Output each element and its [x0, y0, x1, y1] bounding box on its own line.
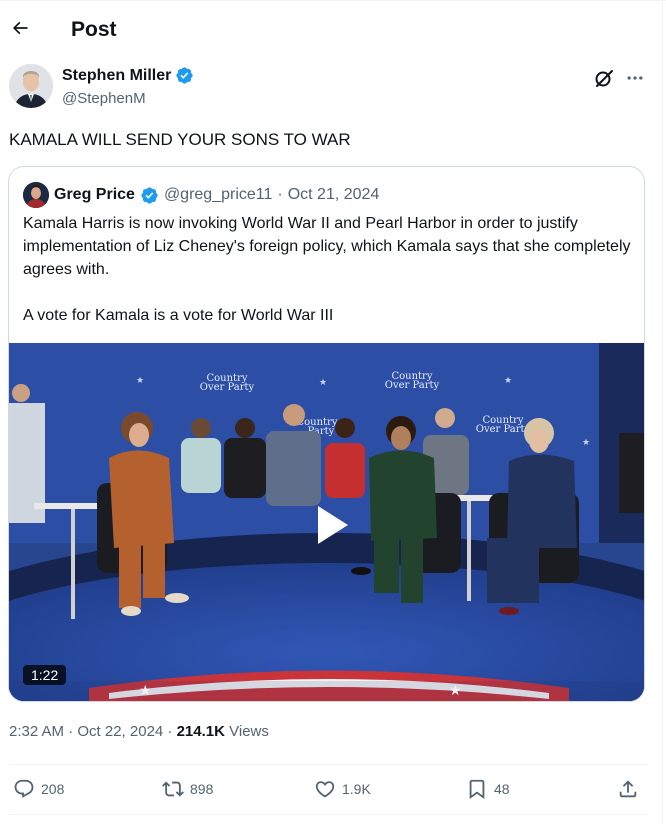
author-name-text: Stephen Miller — [62, 66, 172, 84]
like-button[interactable]: 1.9K — [314, 778, 371, 800]
svg-text:★: ★ — [139, 683, 152, 699]
views-label: Views — [224, 723, 269, 740]
repost-icon — [162, 781, 184, 797]
avatar[interactable] — [9, 64, 53, 108]
reply-icon — [14, 779, 34, 798]
quote-header: Greg Price @greg_price11 · Oct 21, 2024 — [23, 182, 379, 208]
arrow-left-icon — [12, 21, 28, 35]
verified-badge-icon — [176, 67, 193, 84]
quote-date[interactable]: Oct 21, 2024 — [288, 186, 380, 204]
share-icon — [619, 780, 637, 798]
top-border — [0, 0, 666, 3]
page-header: Post — [0, 8, 660, 56]
quote-separator: · — [277, 186, 283, 203]
bookmark-button[interactable]: 48 — [466, 778, 510, 800]
more-dots-icon — [627, 76, 643, 80]
reply-button[interactable]: 208 — [13, 778, 64, 800]
post-timestamp: 2:32 AM · Oct 22, 2024 · 214.1K Views — [9, 723, 269, 740]
svg-text:★: ★ — [504, 376, 512, 386]
share-button[interactable] — [617, 778, 639, 800]
page-title: Post — [71, 18, 117, 41]
repost-count: 898 — [190, 781, 214, 797]
svg-text:★: ★ — [319, 378, 327, 388]
reply-count: 208 — [41, 781, 65, 797]
svg-text:★: ★ — [136, 376, 144, 386]
views-count: 214.1K — [176, 723, 225, 740]
right-border — [662, 0, 663, 824]
bookmark-icon — [469, 779, 485, 800]
back-button[interactable] — [4, 12, 36, 44]
play-icon[interactable] — [304, 498, 358, 552]
tweet-text: KAMALA WILL SEND YOUR SONS TO WAR — [9, 130, 351, 149]
video-duration: 1:22 — [23, 665, 67, 685]
svg-text:★: ★ — [449, 683, 462, 699]
quote-text: Kamala Harris is now invoking World War … — [23, 212, 633, 327]
post-time-date[interactable]: 2:32 AM · Oct 22, 2024 · — [9, 723, 177, 740]
svg-text:Over Party: Over Party — [385, 380, 440, 391]
quoted-tweet[interactable]: Greg Price @greg_price11 · Oct 21, 2024 … — [8, 166, 645, 702]
svg-text:Over Party: Over Party — [200, 382, 255, 393]
author-handle[interactable]: @StephenM — [62, 90, 146, 107]
repost-button[interactable]: 898 — [162, 778, 213, 800]
divider — [9, 814, 649, 815]
author-name[interactable]: Stephen Miller — [62, 66, 194, 85]
like-count: 1.9K — [342, 781, 371, 797]
action-bar: 208 898 1.9K 48 — [0, 766, 660, 814]
more-options-button[interactable] — [623, 66, 647, 90]
grok-button[interactable] — [592, 66, 616, 90]
quote-author-handle[interactable]: @greg_price11 — [164, 186, 272, 204]
quote-author-name[interactable]: Greg Price — [54, 186, 135, 204]
svg-text:Over Party: Over Party — [476, 424, 531, 435]
verified-badge-icon — [141, 186, 158, 204]
quote-paragraph: Kamala Harris is now invoking World War … — [23, 215, 631, 278]
divider — [9, 764, 649, 765]
heart-icon — [315, 781, 335, 798]
video-player[interactable]: ★ ★ ★ ★ ★ CountryOver Party CountryOver … — [9, 343, 644, 701]
svg-text:★: ★ — [582, 438, 590, 448]
grok-icon — [595, 70, 613, 87]
quote-avatar[interactable] — [23, 182, 49, 208]
bookmark-count: 48 — [494, 781, 510, 797]
quote-paragraph: A vote for Kamala is a vote for World Wa… — [23, 307, 334, 324]
